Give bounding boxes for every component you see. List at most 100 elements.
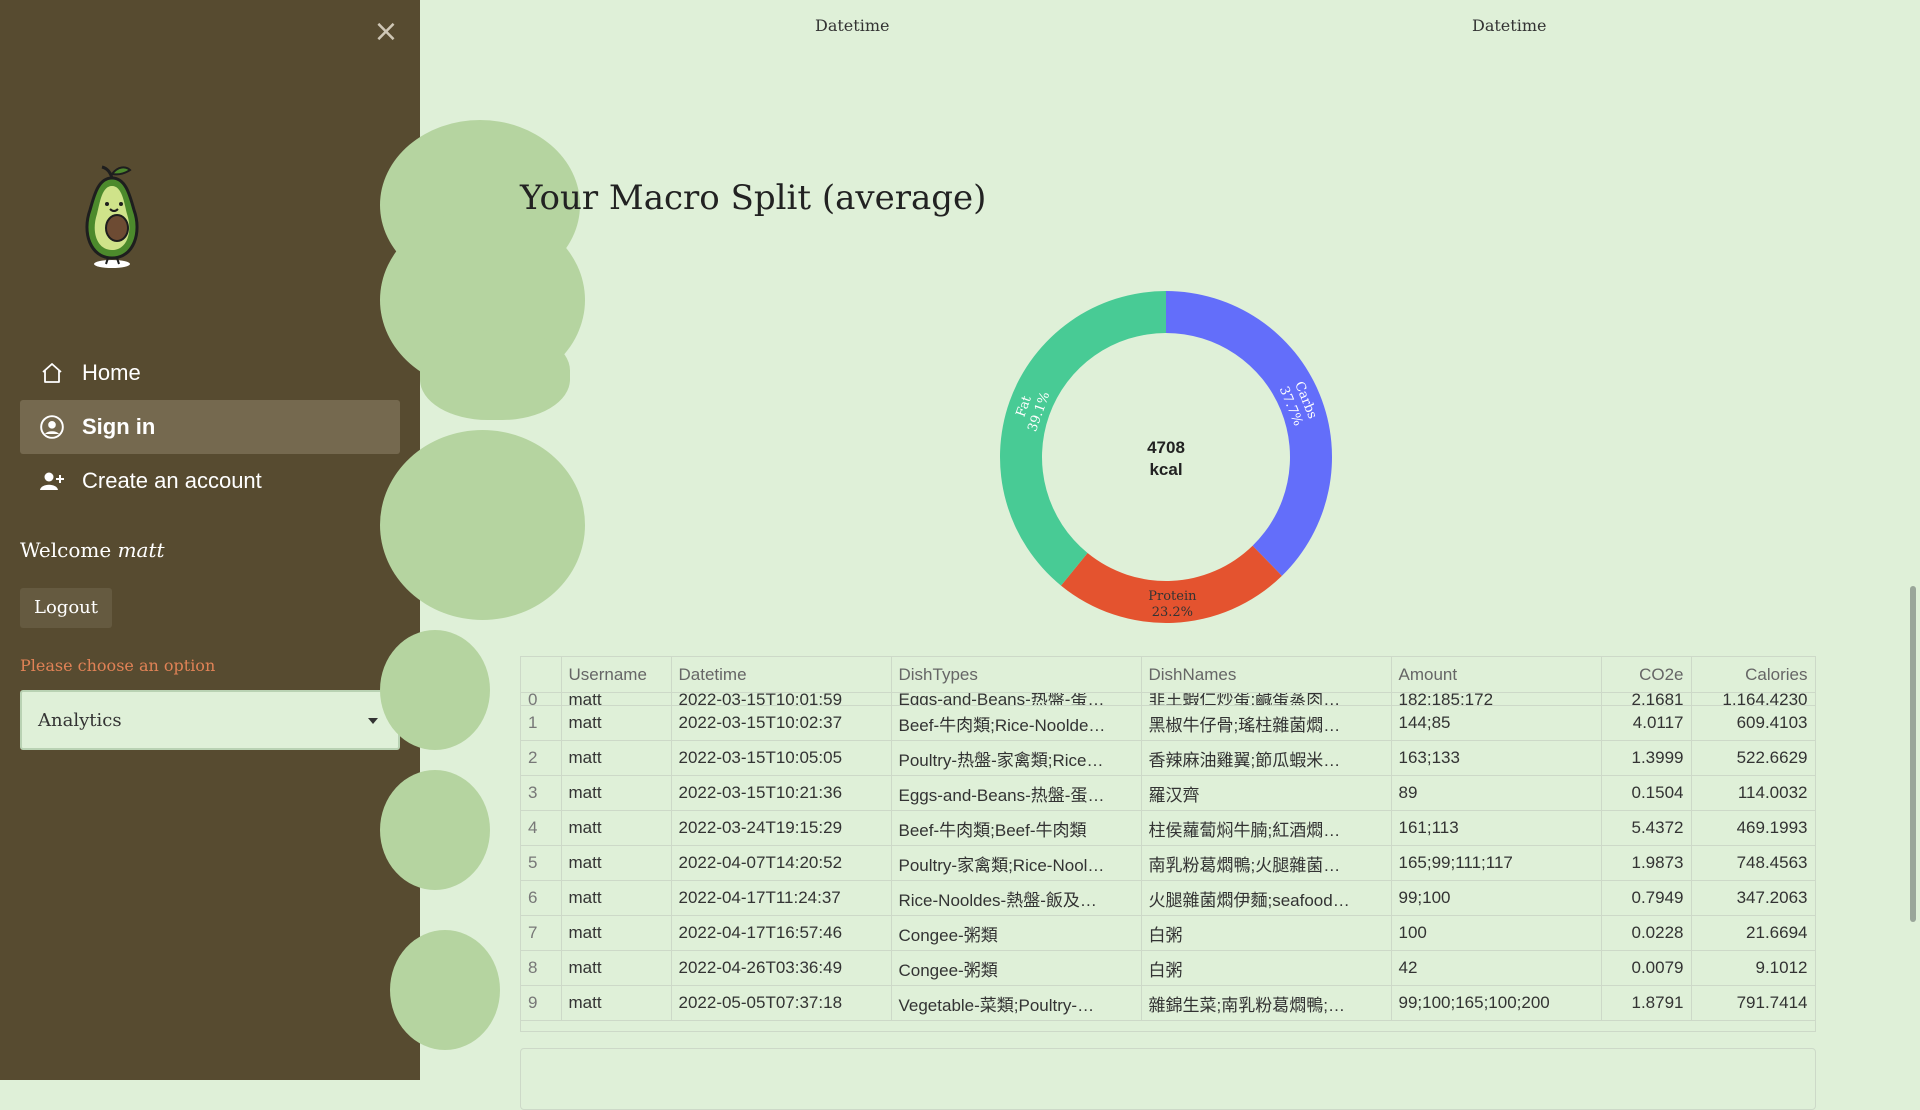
center-value: 4708 xyxy=(1147,438,1185,457)
table-cell: Poultry-家禽類;Rice-Nool… xyxy=(891,845,1142,881)
sidebar-item-label: Create an account xyxy=(82,468,262,493)
column-header[interactable]: Amount xyxy=(1391,657,1602,693)
table-cell: 2022-04-07T14:20:52 xyxy=(671,845,892,881)
table-cell: 南乳粉葛燜鴨;火腿雜菌… xyxy=(1141,845,1392,881)
sidebar-item-label: Home xyxy=(82,360,141,385)
table-cell: matt xyxy=(561,950,672,986)
table-cell: 2 xyxy=(521,740,562,776)
table-cell: 韭王蝦仁炒蛋;鹹蛋蒸肉… xyxy=(1141,692,1392,706)
table-cell: 163;133 xyxy=(1391,740,1602,776)
table-cell: 2022-05-05T07:37:18 xyxy=(671,985,892,1021)
sidebar-item-sign-in[interactable]: Sign in xyxy=(20,400,400,454)
background-blob xyxy=(390,930,500,1050)
table-cell: matt xyxy=(561,985,672,1021)
table-cell: 5.4372 xyxy=(1601,810,1692,846)
column-header[interactable]: DishTypes xyxy=(891,657,1142,693)
user-plus-icon xyxy=(38,467,66,495)
table-cell: 1 xyxy=(521,705,562,741)
table-cell: matt xyxy=(561,775,672,811)
table-cell: 1.8791 xyxy=(1601,985,1692,1021)
column-header[interactable]: DishNames xyxy=(1141,657,1392,693)
table-cell: 4 xyxy=(521,810,562,846)
table-cell: Congee-粥類 xyxy=(891,915,1142,951)
table-cell: 2022-04-17T11:24:37 xyxy=(671,880,892,916)
table-cell: 469.1993 xyxy=(1691,810,1815,846)
table-cell: 1.9873 xyxy=(1601,845,1692,881)
table-cell: 7 xyxy=(521,915,562,951)
donut-slice-fat[interactable] xyxy=(1000,291,1166,586)
column-header[interactable] xyxy=(521,657,562,693)
table-cell: 柱侯蘿蔔焖牛腩;紅酒燜… xyxy=(1141,810,1392,846)
table-cell: 香辣麻油雞翼;節瓜蝦米… xyxy=(1141,740,1392,776)
table-cell: 白粥 xyxy=(1141,915,1392,951)
sidebar-nav: Home Sign in Create an account xyxy=(20,346,400,508)
table-cell: matt xyxy=(561,845,672,881)
donut-slice-carbs[interactable] xyxy=(1166,291,1332,576)
table-row[interactable]: 5 matt 2022-04-07T14:20:52 Poultry-家禽類;Rice… xyxy=(521,845,1815,881)
table-cell: 99;100 xyxy=(1391,880,1602,916)
table-cell: Rice-Nooldes-熱盤-飯及… xyxy=(891,880,1142,916)
table-cell: 6 xyxy=(521,880,562,916)
column-header[interactable]: Username xyxy=(561,657,672,693)
table-row[interactable]: 8 matt 2022-04-26T03:36:49 Congee-粥類 白粥 42 0.0… xyxy=(521,950,1815,986)
background-blob xyxy=(380,630,490,750)
sidebar-item-home[interactable]: Home xyxy=(20,346,400,400)
table-cell: Beef-牛肉類;Rice-Noolde… xyxy=(891,705,1142,741)
table-cell: 609.4103 xyxy=(1691,705,1815,741)
table-cell: 白粥 xyxy=(1141,950,1392,986)
table-cell: 4.0117 xyxy=(1601,705,1692,741)
table-row[interactable]: 1 matt 2022-03-15T10:02:37 Beef-牛肉類;Rice-No… xyxy=(521,705,1815,741)
table-cell: 144;85 xyxy=(1391,705,1602,741)
table-cell: 2022-03-15T10:01:59 xyxy=(671,692,892,706)
table-row[interactable]: 4 matt 2022-03-24T19:15:29 Beef-牛肉類;Beef-牛肉… xyxy=(521,810,1815,846)
logout-button[interactable]: Logout xyxy=(20,588,112,628)
table-cell: Vegetable-菜類;Poultry-… xyxy=(891,985,1142,1021)
slice-label: Protein xyxy=(1148,589,1197,604)
table-cell: matt xyxy=(561,705,672,741)
table-row[interactable]: 2 matt 2022-03-15T10:05:05 Poultry-热盤-家禽類;R… xyxy=(521,740,1815,776)
background-blob xyxy=(380,770,490,890)
close-sidebar-button[interactable]: × xyxy=(372,17,400,47)
table-cell: 100 xyxy=(1391,915,1602,951)
table-cell: 2022-03-15T10:21:36 xyxy=(671,775,892,811)
table-cell: 2022-03-15T10:02:37 xyxy=(671,705,892,741)
chevron-down-icon xyxy=(368,718,378,724)
home-icon xyxy=(38,359,66,387)
table-cell: 3 xyxy=(521,775,562,811)
table-cell: 0.1504 xyxy=(1601,775,1692,811)
table-cell: 182;185;172 xyxy=(1391,692,1602,706)
table-cell: 2022-04-26T03:36:49 xyxy=(671,950,892,986)
table-cell: 雜錦生菜;南乳粉葛燜鴨;… xyxy=(1141,985,1392,1021)
macro-donut-chart: Carbs37.7%Protein23.2%Fat39.1% 4708 kcal xyxy=(1000,291,1332,623)
table-row[interactable]: 6 matt 2022-04-17T11:24:37 Rice-Nooldes-熱盤-… xyxy=(521,880,1815,916)
column-header[interactable]: Datetime xyxy=(671,657,892,693)
table-row[interactable]: 7 matt 2022-04-17T16:57:46 Congee-粥類 白粥 100 0.… xyxy=(521,915,1815,951)
table-cell: Beef-牛肉類;Beef-牛肉類 xyxy=(891,810,1142,846)
table-row[interactable]: 9 matt 2022-05-05T07:37:18 Vegetable-菜類;Pou… xyxy=(521,985,1815,1021)
table-cell: 748.4563 xyxy=(1691,845,1815,881)
option-select[interactable]: Analytics xyxy=(20,690,400,750)
table-cell: Eggs-and-Beans-热盤-蛋… xyxy=(891,692,1142,706)
data-table[interactable]: Username Datetime DishTypes DishNames Amount… xyxy=(520,656,1816,1032)
column-header[interactable]: CO2e xyxy=(1601,657,1692,693)
table-cell: 2.1681 xyxy=(1601,692,1692,706)
option-select-value: Analytics xyxy=(38,709,122,731)
table-cell: 黑椒牛仔骨;瑤柱雜菌燜… xyxy=(1141,705,1392,741)
background-blob xyxy=(380,430,585,620)
table-cell: 0.7949 xyxy=(1601,880,1692,916)
option-hint: Please choose an option xyxy=(20,656,216,675)
background-blob xyxy=(420,330,570,420)
page-scrollbar[interactable] xyxy=(1910,586,1916,922)
table-cell: 165;99;111;117 xyxy=(1391,845,1602,881)
table-row[interactable]: 3 matt 2022-03-15T10:21:36 Eggs-and-Beans-热… xyxy=(521,775,1815,811)
sidebar-item-create-account[interactable]: Create an account xyxy=(20,454,400,508)
column-header[interactable]: Calories xyxy=(1691,657,1815,693)
table-cell: 0 xyxy=(521,692,562,706)
table-cell: Congee-粥類 xyxy=(891,950,1142,986)
table-row[interactable]: 0 matt 2022-03-15T10:01:59 Eggs-and-Beans-热… xyxy=(521,692,1815,706)
page-title: Your Macro Split (average) xyxy=(520,178,987,218)
axis-label: Datetime xyxy=(815,16,890,35)
table-cell: 1,164.4230 xyxy=(1691,692,1815,706)
table-cell: 1.3999 xyxy=(1601,740,1692,776)
table-cell: 2022-04-17T16:57:46 xyxy=(671,915,892,951)
